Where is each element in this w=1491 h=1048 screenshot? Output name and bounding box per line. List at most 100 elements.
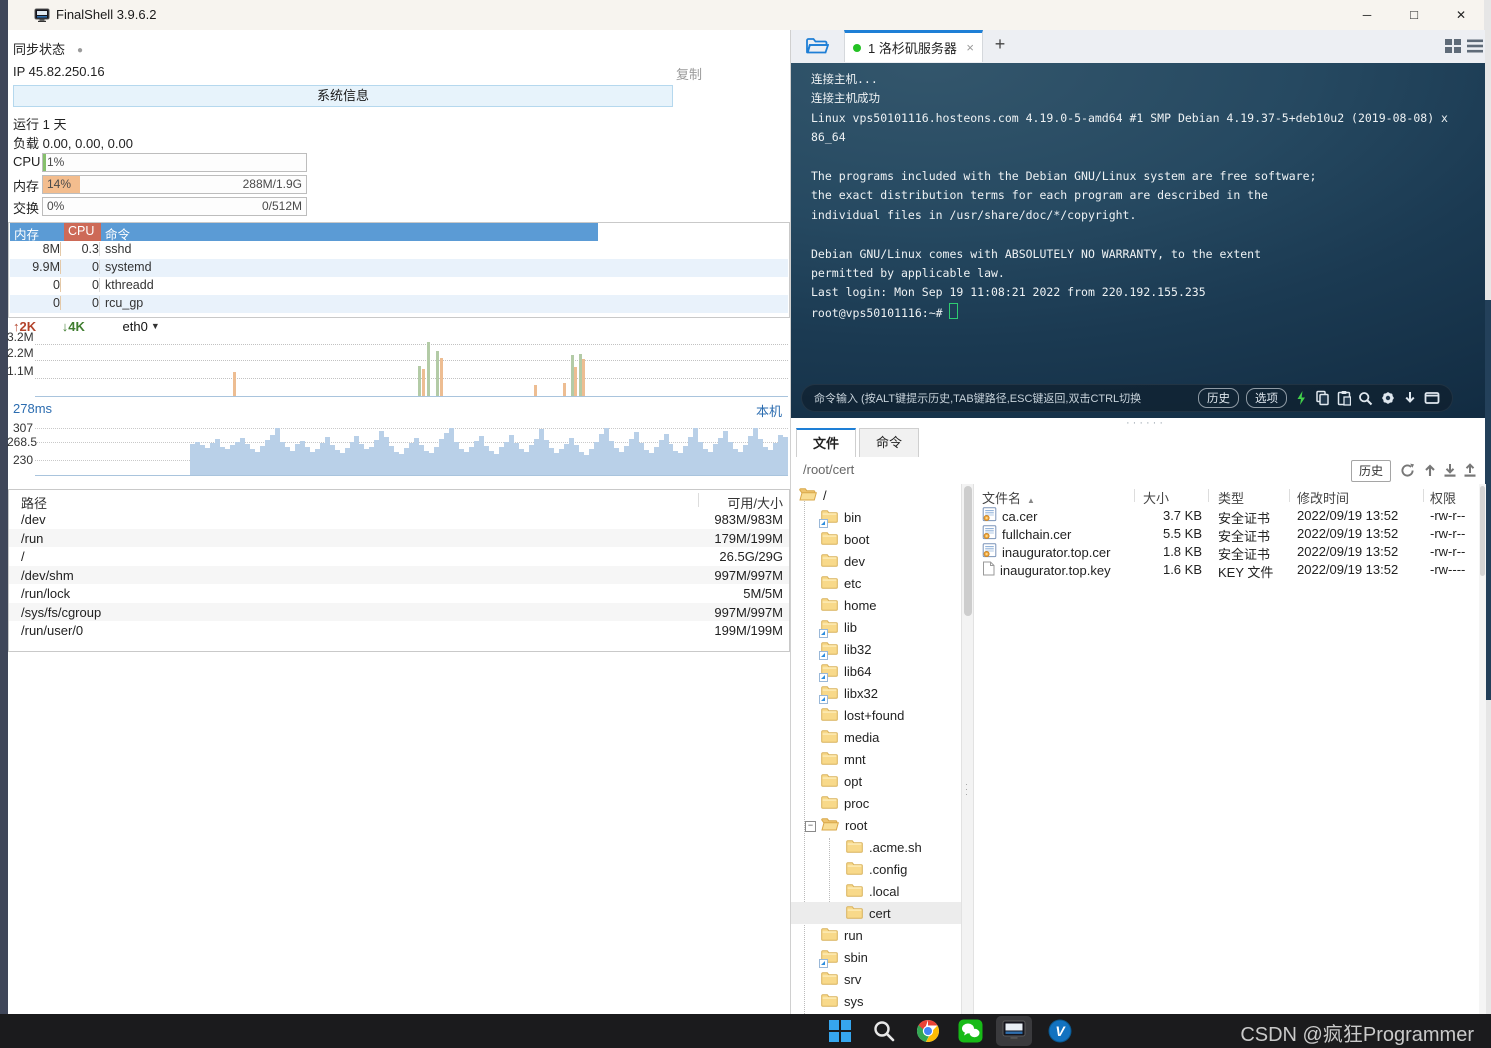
process-row[interactable]: 0 0 rcu_gp bbox=[10, 295, 788, 313]
tree-item-home[interactable]: home bbox=[791, 594, 961, 616]
download-icon[interactable] bbox=[1403, 390, 1417, 406]
tree-item-label: sbin bbox=[844, 949, 868, 965]
file-row-fullchain-cer[interactable]: fullchain.cer 5.5 KB 安全证书 2022/09/19 13:52-… bbox=[974, 525, 1486, 544]
paste-icon[interactable] bbox=[1337, 390, 1351, 406]
disk-row[interactable]: /dev 983M/983M bbox=[9, 510, 789, 529]
tab-command[interactable]: 命令 bbox=[859, 428, 919, 457]
disk-row[interactable]: /26.5G/29G bbox=[9, 547, 789, 566]
col-cpu-sorted[interactable]: CPU bbox=[64, 223, 101, 241]
certificate-icon bbox=[982, 525, 997, 543]
tree-item-label: proc bbox=[844, 795, 870, 811]
disk-row[interactable]: /run/user/0 199M/199M bbox=[9, 621, 789, 640]
start-button-icon[interactable] bbox=[828, 1019, 852, 1048]
tree-item-srv[interactable]: srv bbox=[791, 968, 961, 990]
col-type[interactable]: 类型 bbox=[1218, 488, 1244, 507]
col-size[interactable]: 大小 bbox=[1143, 488, 1169, 507]
process-row[interactable]: 9.9M 0 systemd bbox=[10, 259, 788, 277]
upload-file-icon[interactable] bbox=[1462, 462, 1478, 484]
file-list-scrollbar[interactable] bbox=[1479, 484, 1486, 1014]
wechat-icon[interactable] bbox=[958, 1019, 983, 1048]
tree-item-opt[interactable]: opt bbox=[791, 770, 961, 792]
interface-select[interactable]: eth0 ▼ bbox=[123, 319, 160, 334]
ping-target[interactable]: 本机 bbox=[756, 401, 782, 420]
finalshell-taskbar-icon[interactable] bbox=[1002, 1020, 1026, 1047]
tab-files[interactable]: 文件 bbox=[796, 428, 856, 457]
taskbar-search-icon[interactable] bbox=[872, 1019, 896, 1048]
history-button[interactable]: 历史 bbox=[1198, 388, 1239, 408]
folder-icon bbox=[821, 795, 838, 812]
disk-row[interactable]: /run/lock 5M/5M bbox=[9, 584, 789, 603]
disk-row[interactable]: /dev/shm 997M/997M bbox=[9, 565, 789, 584]
close-button[interactable]: ✕ bbox=[1438, 0, 1484, 30]
tree-item-media[interactable]: media bbox=[791, 726, 961, 748]
gear-icon[interactable] bbox=[1380, 390, 1396, 406]
copy-ip-link[interactable]: 复制 bbox=[676, 64, 702, 83]
file-row-ca-cer[interactable]: ca.cer 3.7 KB 安全证书 2022/09/19 13:52 -rw-r-- bbox=[974, 507, 1486, 526]
new-tab-button[interactable]: + bbox=[989, 34, 1011, 55]
tree-item-lib32[interactable]: lib32 bbox=[791, 638, 961, 660]
process-row[interactable]: 0 0 kthreadd bbox=[10, 277, 788, 295]
tree-item-proc[interactable]: proc bbox=[791, 792, 961, 814]
path-input[interactable]: /root/cert bbox=[803, 462, 854, 477]
uptime-text: 运行 1 天 bbox=[13, 117, 67, 132]
tree-item-dev[interactable]: dev bbox=[791, 550, 961, 572]
chrome-icon[interactable] bbox=[916, 1019, 940, 1048]
tree-item--acme-sh[interactable]: .acme.sh bbox=[791, 836, 961, 858]
tree-item-lib64[interactable]: lib64 bbox=[791, 660, 961, 682]
tree-item--local[interactable]: .local bbox=[791, 880, 961, 902]
tree-item--[interactable]: / bbox=[791, 484, 961, 506]
v2rayn-icon[interactable]: V bbox=[1048, 1019, 1072, 1048]
tree-item-run[interactable]: run bbox=[791, 924, 961, 946]
file-row-inaugurator-top-cer[interactable]: inaugurator.top.cer 1.8 KB 安全证书 2022/09/19 … bbox=[974, 543, 1486, 562]
tree-item-lib[interactable]: lib bbox=[791, 616, 961, 638]
tree-item-sbin[interactable]: sbin bbox=[791, 946, 961, 968]
layout-grid-icon[interactable] bbox=[1445, 38, 1462, 59]
tree-item-mnt[interactable]: mnt bbox=[791, 748, 961, 770]
file-row-inaugurator-top-key[interactable]: inaugurator.top.key 1.6 KB KEY 文件 2022/09/1… bbox=[974, 561, 1486, 580]
bolt-icon[interactable] bbox=[1294, 390, 1308, 406]
tree-item--config[interactable]: .config bbox=[791, 858, 961, 880]
process-row[interactable]: 8M 0.3 sshd bbox=[10, 241, 788, 259]
file-mtime: 2022/09/19 13:52 bbox=[1297, 562, 1399, 577]
path-history-button[interactable]: 历史 bbox=[1351, 460, 1391, 482]
session-tabbar: 1 洛杉矶服务器 × + bbox=[791, 30, 1485, 64]
search-icon[interactable] bbox=[1358, 391, 1373, 406]
cpu-gauge-fill bbox=[43, 154, 47, 171]
tree-item-lost-found[interactable]: lost+found bbox=[791, 704, 961, 726]
network-bar bbox=[574, 367, 577, 396]
tree-item-bin[interactable]: bin bbox=[791, 506, 961, 528]
disk-row[interactable]: /sys/fs/cgroup 997M/997M bbox=[9, 602, 789, 621]
collapse-icon[interactable]: − bbox=[805, 821, 816, 832]
command-input[interactable]: 命令输入 (按ALT键提示历史,TAB键路径,ESC键返回,双击CTRL切换 bbox=[814, 390, 1191, 406]
directory-tree: / bin boot dev etc home lib lib32 lib64 libx32 los… bbox=[791, 484, 961, 1014]
file-mtime: 2022/09/19 13:52 bbox=[1297, 508, 1399, 523]
tree-item-root[interactable]: − root bbox=[791, 814, 961, 836]
tab-close-icon[interactable]: × bbox=[966, 40, 974, 55]
disk-row[interactable]: /run 179M/199M bbox=[9, 528, 789, 547]
tree-splitter-dots[interactable]: · · · bbox=[965, 780, 969, 799]
menu-icon[interactable] bbox=[1467, 38, 1484, 59]
minimize-button[interactable]: ─ bbox=[1344, 0, 1390, 30]
tree-item-etc[interactable]: etc bbox=[791, 572, 961, 594]
cpu-gauge: 1% bbox=[42, 153, 307, 172]
col-perm[interactable]: 权限 bbox=[1430, 488, 1456, 507]
col-mtime[interactable]: 修改时间 bbox=[1297, 488, 1349, 507]
parent-dir-icon[interactable] bbox=[1422, 462, 1438, 484]
tree-item-libx32[interactable]: libx32 bbox=[791, 682, 961, 704]
tab-session[interactable]: 1 洛杉矶服务器 × bbox=[844, 30, 983, 62]
options-button[interactable]: 选项 bbox=[1246, 388, 1287, 408]
system-info-button[interactable]: 系统信息 bbox=[13, 85, 673, 107]
maximize-button[interactable]: □ bbox=[1391, 0, 1437, 30]
download-file-icon[interactable] bbox=[1442, 462, 1458, 484]
network-bar bbox=[233, 372, 236, 396]
folder-icon bbox=[821, 553, 838, 570]
tree-item-boot[interactable]: boot bbox=[791, 528, 961, 550]
tree-item-cert[interactable]: cert bbox=[791, 902, 961, 924]
refresh-icon[interactable] bbox=[1399, 462, 1416, 484]
terminal[interactable]: 连接主机... 连接主机成功 Linux vps50101116.hosteons.… bbox=[791, 63, 1485, 418]
window-icon[interactable] bbox=[1424, 391, 1440, 405]
copy-icon[interactable] bbox=[1315, 390, 1330, 406]
open-connections-icon[interactable] bbox=[805, 36, 830, 61]
tree-item-sys[interactable]: sys bbox=[791, 990, 961, 1012]
col-filename[interactable]: 文件名 ▲ bbox=[982, 488, 1035, 507]
